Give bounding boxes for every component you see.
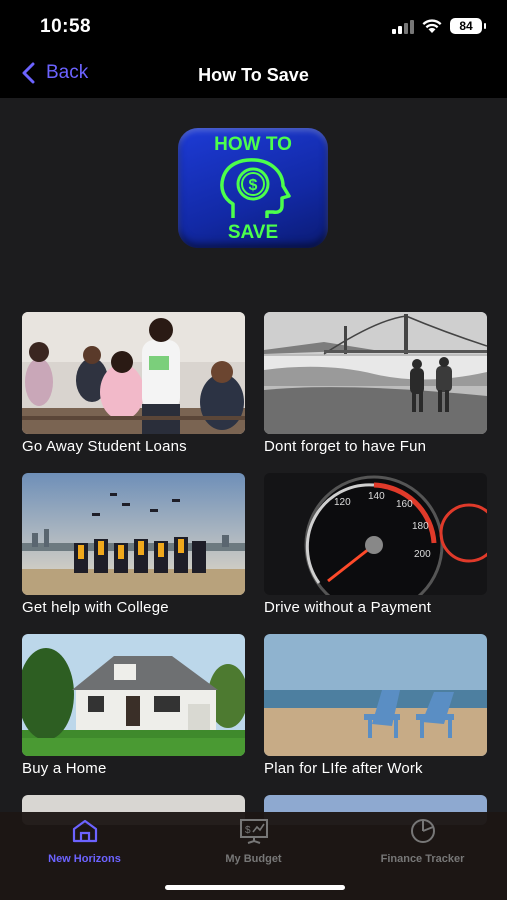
battery-icon: 84: [450, 18, 486, 34]
wifi-icon: [422, 19, 442, 33]
tab-new-horizons[interactable]: New Horizons: [0, 818, 169, 865]
svg-text:140: 140: [368, 491, 385, 502]
svg-text:$: $: [245, 825, 251, 836]
tab-label: Finance Tracker: [380, 853, 465, 865]
tab-label: New Horizons: [48, 853, 121, 865]
card-label: Buy a Home: [22, 760, 107, 777]
card-retirement[interactable]: Plan for LIfe after Work: [264, 634, 487, 777]
home-indicator[interactable]: [165, 885, 345, 890]
tab-finance-tracker[interactable]: Finance Tracker: [338, 818, 507, 865]
how-to-save-logo: HOW TO $ SAVE: [178, 128, 328, 248]
card-label: Dont forget to have Fun: [264, 438, 427, 455]
beach-bridge-photo: [264, 312, 487, 434]
logo-line-2: SAVE: [227, 222, 279, 243]
page-title: How To Save: [198, 65, 309, 85]
card-label: Drive without a Payment: [264, 599, 432, 616]
card-buy-home[interactable]: Buy a Home: [22, 634, 245, 777]
svg-text:120: 120: [334, 497, 351, 508]
svg-text:180: 180: [412, 521, 429, 532]
home-icon: [72, 819, 97, 843]
card-student-loans[interactable]: Go Away Student Loans: [22, 312, 245, 455]
speedometer-photo: 120 140 160 180 200: [264, 473, 487, 595]
house-photo: [22, 634, 245, 756]
tab-my-budget[interactable]: $ My Budget: [169, 818, 338, 865]
card-label: Go Away Student Loans: [22, 438, 187, 455]
head-dollar-icon: $: [220, 158, 291, 218]
status-bar: 10:58 84: [0, 0, 507, 52]
navigation-bar: Back How To Save: [0, 52, 507, 98]
svg-text:200: 200: [414, 549, 431, 560]
svg-text:160: 160: [396, 499, 413, 510]
card-label: Plan for LIfe after Work: [264, 760, 423, 777]
card-drive[interactable]: 120 140 160 180 200 Drive without a Payment: [264, 473, 487, 616]
screen: 10:58 84 Back How To Save HOW TO $ SAVE …: [0, 0, 507, 900]
students-photo: [22, 312, 245, 434]
budget-board-icon: $: [239, 819, 268, 844]
beach-chairs-photo: [264, 634, 487, 756]
tab-label: My Budget: [225, 853, 282, 865]
card-college[interactable]: Get help with College: [22, 473, 245, 616]
card-label: Get help with College: [22, 599, 169, 616]
card-have-fun[interactable]: Dont forget to have Fun: [264, 312, 487, 455]
status-time: 10:58: [40, 16, 92, 37]
cellular-signal-icon: [392, 18, 416, 34]
graduation-photo: [22, 473, 245, 595]
svg-text:$: $: [249, 177, 258, 194]
logo-line-1: HOW TO: [214, 134, 292, 155]
pie-chart-icon: [410, 819, 435, 843]
